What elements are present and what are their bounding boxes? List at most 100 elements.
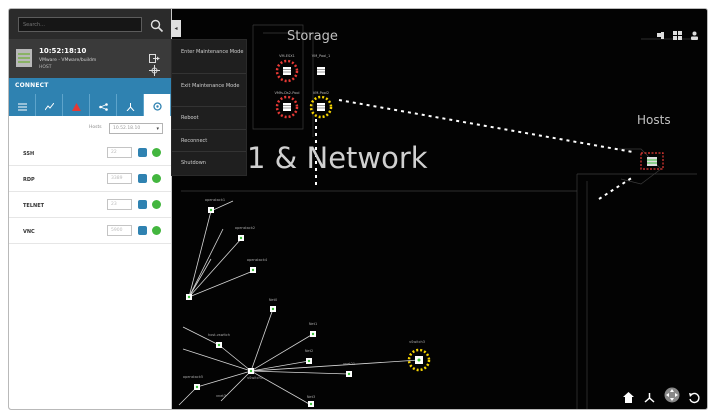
topology-canvas[interactable]: VM-ESX1 VM_Pool_1 VMfs-Ds2-Pool VM-Pool2… [171,9,707,409]
move-icon[interactable] [149,61,160,76]
status-icon [152,174,161,183]
protocol-row: VNC 5900 [9,218,171,244]
topology-icon[interactable] [643,389,656,403]
connect-header: CONNECT [9,78,171,94]
status-icon [152,226,161,235]
tab-list[interactable] [9,94,36,116]
app-window: VM-ESX1 VM_Pool_1 VMfs-Ds2-Pool VM-Pool2… [8,8,708,410]
network-node-label: host-vswitch [208,333,230,337]
list-icon [17,96,27,115]
network-node[interactable] [270,306,276,312]
network-node[interactable] [208,207,214,213]
search-input[interactable] [18,17,142,32]
share-icon [98,96,108,115]
port-input[interactable]: 5900 [107,225,132,236]
network-node-label: Net0 [269,298,277,302]
network-node-label: Net3 [307,395,315,399]
tab-topology[interactable] [117,94,144,116]
tab-chart[interactable] [36,94,63,116]
connect-button[interactable] [138,226,147,235]
menu-reboot[interactable]: Reboot [172,107,246,130]
alert-network-node[interactable] [407,348,431,372]
chevron-left-icon: ◂ [174,25,178,32]
chart-icon [44,96,54,115]
port-input[interactable]: 3389 [107,173,132,184]
network-node[interactable] [186,294,192,300]
reset-view-icon[interactable] [688,389,701,403]
connect-button[interactable] [138,174,147,183]
hosts-title: Hosts [637,113,671,127]
storage-node-label: VM_Pool_1 [312,54,330,58]
panel-tabs [9,94,171,116]
export-icon[interactable] [149,48,160,63]
menu-reconnect[interactable]: Reconnect [172,130,246,152]
storage-node-3[interactable] [275,95,299,119]
host-select-value: 10.52.18.10 [113,126,141,131]
protocol-name: SSH [23,151,35,157]
bottom-controls [622,387,701,403]
user-icon[interactable] [690,25,699,40]
search-bar [9,9,171,39]
status-icon [152,200,161,209]
home-icon[interactable] [622,389,635,403]
network-node[interactable] [238,235,244,241]
network-node[interactable] [310,331,316,337]
network-node-label: openstack2 [235,226,255,230]
network-node-label: vnet21 [343,362,355,366]
storage-node-label: VM-ESX1 [279,54,295,58]
host-select[interactable]: 10.52.18.10 ▾ [109,123,163,134]
storage-node-label: VMfs-Ds2-Pool [275,91,300,95]
network-node[interactable] [306,358,312,364]
tab-settings[interactable] [144,94,171,116]
network-node-label: openstack5 [183,375,203,379]
host-details-panel: 10:52:18:10 VMware - VMware/buildm HOST … [9,9,172,409]
storage-node-4[interactable] [309,95,333,119]
network-node-label: vSwitch3 [409,340,425,344]
protocol-name: TELNET [23,203,45,209]
host-select-label: Hosts [89,125,102,130]
network-node[interactable] [250,267,256,273]
chevron-down-icon: ▾ [156,126,159,132]
menu-exit-maintenance[interactable]: Exit Maintenance Mode [172,74,246,107]
host-header: 10:52:18:10 VMware - VMware/buildm HOST [9,39,171,78]
network-node-label: vnet3 [216,394,226,398]
storage-node-label: VM-Pool2 [313,91,329,95]
tab-share[interactable] [90,94,117,116]
protocol-row: TELNET 23 [9,192,171,218]
search-icon[interactable] [150,18,164,33]
host-ip: 10:52:18:10 [39,47,87,55]
connect-button[interactable] [138,200,147,209]
host-node[interactable] [640,152,664,170]
grid-view-icon[interactable] [673,25,682,40]
network-node-label: openstack1 [205,198,225,202]
port-input[interactable]: 23 [107,199,132,210]
menu-shutdown[interactable]: Shutdown [172,152,246,175]
server-icon [15,48,33,68]
protocol-name: VNC [23,229,35,235]
port-input[interactable]: 22 [107,147,132,158]
settings-icon [152,96,162,115]
host-context-menu: Enter Maintenance Mode Exit Maintenance … [171,39,247,176]
status-icon [152,148,161,157]
host-type: HOST [39,65,52,70]
alert-flag-icon[interactable] [656,25,665,39]
tab-alerts[interactable] [63,94,90,116]
pan-control-icon[interactable] [664,387,680,403]
connect-label: CONNECT [15,82,49,89]
network-node[interactable] [216,342,222,348]
network-node[interactable] [194,384,200,390]
storage-node-2[interactable] [317,67,325,75]
topology-icon [126,96,135,115]
section-title: 1 & Network [247,141,428,175]
network-node[interactable] [248,368,254,374]
network-node-label: vSwitch1 [247,376,263,380]
storage-node-1[interactable] [275,59,299,83]
host-select-row: Hosts 10.52.18.10 ▾ [9,123,171,135]
network-node-label: openstack4 [247,258,268,262]
protocol-row: SSH 22 [9,140,171,166]
panel-collapse-toggle[interactable]: ◂ [171,20,181,37]
connect-button[interactable] [138,148,147,157]
network-node[interactable] [308,401,314,407]
menu-enter-maintenance[interactable]: Enter Maintenance Mode [172,40,246,74]
network-node[interactable] [346,371,352,377]
